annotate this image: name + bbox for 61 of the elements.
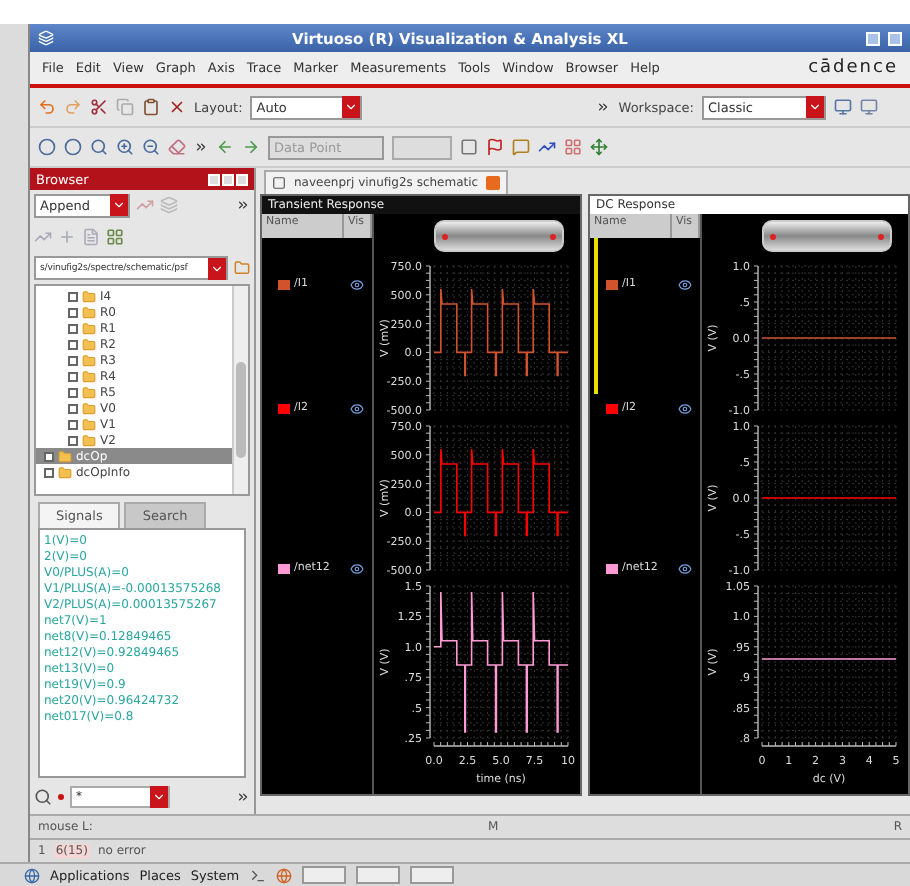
caret-icon[interactable]	[210, 261, 224, 275]
zoom-in-icon[interactable]	[116, 138, 134, 156]
arrow-right-icon[interactable]	[242, 138, 260, 156]
dot-icon	[58, 793, 64, 799]
monitor-icon[interactable]	[834, 98, 852, 116]
document-icon	[272, 176, 286, 190]
more-icon[interactable]	[236, 789, 250, 803]
minimize-button[interactable]	[866, 31, 880, 45]
eye-icon[interactable]	[350, 401, 364, 415]
monitor-icon[interactable]	[860, 98, 878, 116]
caret-icon[interactable]	[152, 789, 166, 803]
cut-icon[interactable]	[90, 98, 108, 116]
paste-icon[interactable]	[142, 98, 160, 116]
eye-icon[interactable]	[350, 277, 364, 291]
zoom-out-icon[interactable]	[142, 138, 160, 156]
grid-icon[interactable]	[564, 138, 582, 156]
x-axis	[433, 741, 569, 747]
chart-icon[interactable]	[538, 138, 556, 156]
trace-line	[761, 658, 897, 660]
browser-icon[interactable]	[275, 867, 292, 883]
help-button[interactable]	[208, 173, 220, 185]
caret-icon[interactable]	[344, 100, 359, 114]
eye-icon[interactable]	[678, 401, 692, 415]
maximize-button[interactable]	[888, 31, 902, 45]
square-icon[interactable]	[460, 138, 478, 156]
logo: cādence	[808, 58, 898, 78]
move-icon[interactable]	[590, 138, 608, 156]
arrow-left-icon[interactable]	[216, 138, 234, 156]
flag-icon[interactable]	[486, 138, 504, 156]
eye-icon[interactable]	[678, 277, 692, 291]
trace-line	[761, 337, 897, 339]
grid-icon[interactable]	[106, 227, 124, 245]
circle-icon[interactable]	[38, 138, 56, 156]
search-icon[interactable]	[34, 787, 52, 805]
trace-line	[761, 497, 897, 499]
x-axis	[761, 741, 897, 747]
more-icon[interactable]	[596, 100, 611, 114]
search-icon[interactable]	[90, 138, 108, 156]
eye-icon[interactable]	[678, 561, 692, 575]
close-button[interactable]	[236, 173, 248, 185]
trace-line	[433, 448, 569, 537]
trace-line	[433, 288, 569, 377]
float-button[interactable]	[222, 173, 234, 185]
scrollbar[interactable]	[232, 286, 248, 494]
caret-icon[interactable]	[112, 198, 126, 212]
note-icon[interactable]	[512, 138, 530, 156]
eraser-icon[interactable]	[168, 138, 186, 156]
globe-icon[interactable]	[24, 867, 40, 883]
app-icon	[38, 30, 54, 46]
overview-drawing	[434, 220, 564, 252]
overview-drawing	[762, 220, 892, 252]
more-icon[interactable]	[236, 198, 250, 212]
close-icon[interactable]	[486, 176, 501, 190]
value-field[interactable]	[392, 135, 452, 159]
delete-icon[interactable]	[168, 98, 186, 116]
circle-icon[interactable]	[64, 138, 82, 156]
eye-icon[interactable]	[350, 561, 364, 575]
terminal-icon[interactable]	[249, 867, 266, 883]
undo-icon[interactable]	[38, 98, 56, 116]
caret-icon[interactable]	[808, 100, 822, 114]
more-icon[interactable]	[194, 140, 208, 154]
